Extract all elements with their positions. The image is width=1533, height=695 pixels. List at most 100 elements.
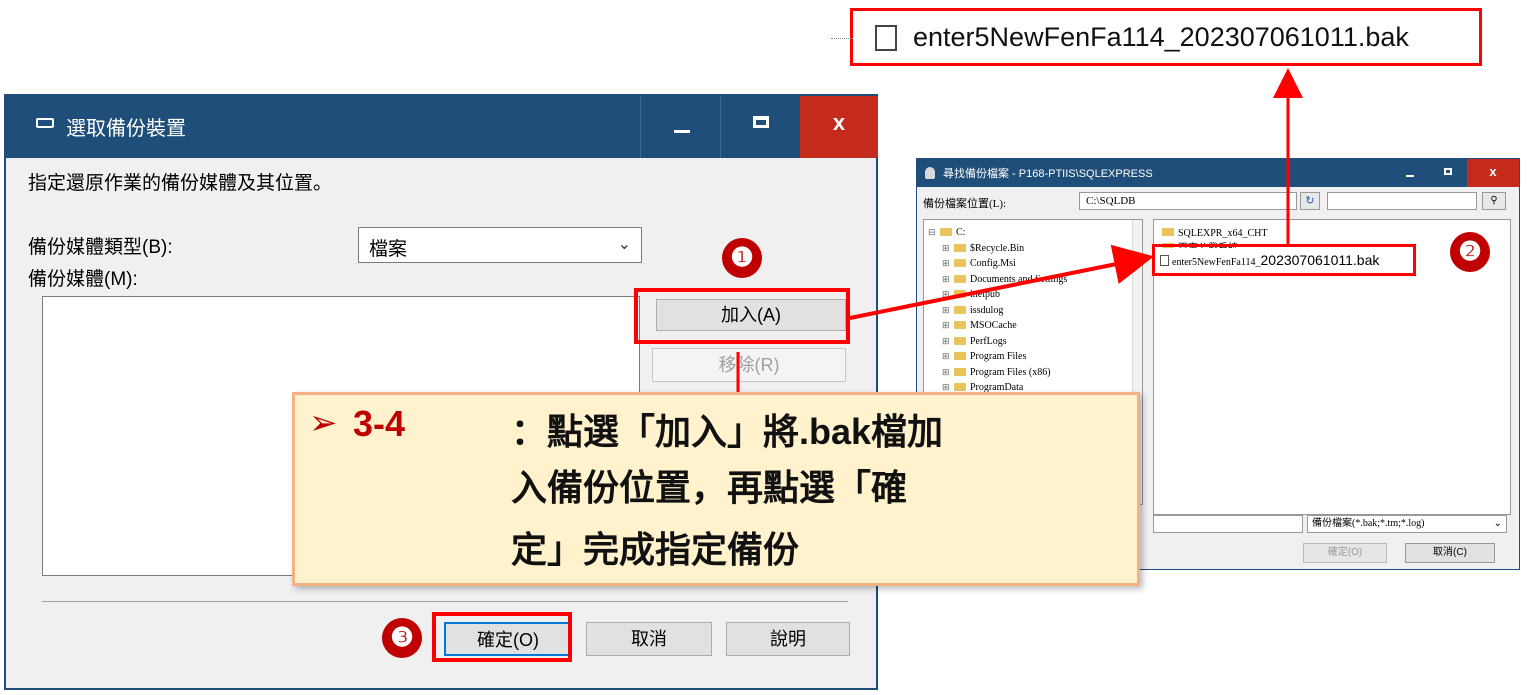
folder-icon bbox=[954, 336, 966, 345]
folder-icon bbox=[940, 228, 952, 236]
tree-item-label: Program Files (x86) bbox=[970, 366, 1051, 378]
tree-item[interactable]: ⊞ Documents and Settings bbox=[942, 271, 1067, 287]
expand-icon[interactable]: ⊞ bbox=[942, 364, 952, 380]
tree-item-label: MSOCache bbox=[970, 320, 1017, 331]
tree-item[interactable]: ⊞ PerfLogs bbox=[942, 333, 1007, 349]
folder-icon bbox=[954, 274, 966, 283]
locate-dialog-title: 尋找備份檔案 - P168-PTIIS\SQLEXPRESS bbox=[943, 168, 1153, 180]
expand-icon[interactable]: ⊞ bbox=[942, 333, 952, 349]
media-type-label: 備份媒體類型(B): bbox=[28, 237, 173, 258]
note-step: 3-4 bbox=[353, 403, 406, 444]
tree-item[interactable]: ⊞ Program Files (x86) bbox=[942, 364, 1051, 380]
tree-item-label: C: bbox=[956, 227, 966, 238]
cancel-button[interactable]: 取消 bbox=[586, 622, 712, 656]
chevron-down-icon: ⌄ bbox=[617, 236, 631, 253]
step-1-badge: ❶ bbox=[722, 238, 762, 278]
tree-item[interactable]: ⊞ Config.Msi bbox=[942, 255, 1016, 271]
chevron-down-icon: ⌄ bbox=[1493, 518, 1502, 529]
media-type-select[interactable]: 檔案 ⌄ bbox=[358, 227, 642, 263]
location-label: 備份檔案位置(L): bbox=[923, 198, 1007, 210]
folder-icon bbox=[1162, 228, 1174, 236]
tree-item-label: Documents and Settings bbox=[970, 273, 1068, 285]
expand-icon[interactable]: ⊞ bbox=[942, 271, 952, 287]
folder-icon bbox=[954, 321, 966, 329]
search-input[interactable] bbox=[1327, 192, 1477, 210]
tree-item[interactable]: ⊞ MSOCache bbox=[942, 317, 1017, 333]
maximize-icon bbox=[1444, 168, 1452, 175]
window-icon bbox=[36, 118, 54, 128]
locate-ok-button[interactable]: 確定(O) bbox=[1303, 543, 1387, 563]
expand-icon[interactable]: ⊞ bbox=[942, 240, 952, 256]
dialog-titlebar[interactable]: 選取備份裝置 x bbox=[6, 96, 878, 158]
instruction-note: ➢ 3-4 ：點選「加入」將.bak檔加 入備份位置，再點選「確 定」完成指定備… bbox=[292, 392, 1140, 586]
note-line-3: 定」完成指定備份 bbox=[511, 529, 800, 570]
tree-item[interactable]: ⊞ inetpub bbox=[942, 286, 1000, 302]
tree-item[interactable]: ⊞ Program Files bbox=[942, 348, 1026, 364]
tree-item-label: $Recycle.Bin bbox=[970, 242, 1025, 254]
note-line-1: ：點選「加入」將.bak檔加 bbox=[511, 411, 944, 452]
folder-icon bbox=[954, 290, 966, 298]
folder-icon bbox=[954, 259, 966, 267]
locate-dialog-titlebar[interactable]: 尋找備份檔案 - P168-PTIIS\SQLEXPRESS x bbox=[917, 159, 1519, 187]
add-button-highlight bbox=[634, 288, 850, 344]
media-type-value: 檔案 bbox=[369, 239, 408, 260]
minimize-icon bbox=[674, 130, 690, 133]
tree-item[interactable]: ⊞ issdulog bbox=[942, 302, 1003, 318]
file-type-select[interactable]: 備份檔案(*.bak;*.tm;*.log) ⌄ bbox=[1307, 515, 1507, 533]
note-bullet: ➢ bbox=[309, 404, 338, 442]
divider bbox=[42, 601, 848, 602]
locate-minimize-button[interactable] bbox=[1391, 159, 1429, 187]
folder-icon bbox=[954, 367, 966, 376]
database-icon bbox=[925, 167, 935, 179]
file-name-input[interactable] bbox=[1153, 515, 1303, 533]
folder-icon bbox=[954, 243, 966, 252]
expand-icon[interactable]: ⊞ bbox=[942, 348, 952, 364]
locate-cancel-button[interactable]: 取消(C) bbox=[1405, 543, 1495, 563]
help-button[interactable]: 說明 bbox=[726, 622, 850, 656]
refresh-icon: ↻ bbox=[1305, 195, 1315, 207]
tree-item-label: PerfLogs bbox=[970, 335, 1007, 347]
step-2-badge: ❷ bbox=[1450, 232, 1490, 272]
tree-item-label: Config.Msi bbox=[970, 258, 1016, 269]
locate-maximize-button[interactable] bbox=[1429, 159, 1467, 187]
ok-button-highlight bbox=[432, 612, 572, 662]
selected-file-highlight bbox=[1152, 244, 1416, 276]
file-list-item[interactable]: SQLEXPR_x64_CHT bbox=[1162, 226, 1267, 242]
minimize-button[interactable] bbox=[640, 96, 721, 158]
remove-button[interactable]: 移除(R) bbox=[652, 348, 846, 382]
close-icon: x bbox=[1489, 164, 1497, 179]
expand-icon[interactable]: ⊞ bbox=[942, 286, 952, 302]
locate-close-button[interactable]: x bbox=[1467, 159, 1519, 187]
refresh-button[interactable]: ↻ bbox=[1300, 192, 1320, 210]
tree-item[interactable]: ⊟ C: bbox=[928, 224, 965, 240]
file-icon bbox=[875, 25, 897, 51]
folder-icon bbox=[954, 352, 966, 360]
tree-item-label: Program Files bbox=[970, 351, 1027, 362]
tree-item-label: issdulog bbox=[970, 304, 1004, 316]
location-input[interactable]: C:\SQLDB bbox=[1079, 192, 1297, 210]
file-list-label: SQLEXPR_x64_CHT bbox=[1178, 228, 1268, 239]
expand-icon[interactable]: ⊞ bbox=[942, 302, 952, 318]
tree-connector bbox=[831, 38, 853, 39]
maximize-icon bbox=[753, 116, 769, 128]
maximize-button[interactable] bbox=[720, 96, 801, 158]
minimize-icon bbox=[1406, 175, 1414, 177]
media-list-label: 備份媒體(M): bbox=[28, 269, 138, 290]
folder-icon bbox=[954, 383, 966, 391]
note-line-2: 入備份位置，再點選「確 bbox=[511, 467, 908, 508]
tree-item[interactable]: ⊞ $Recycle.Bin bbox=[942, 240, 1024, 256]
file-type-value: 備份檔案(*.bak;*.tm;*.log) bbox=[1312, 518, 1425, 529]
dialog-description: 指定還原作業的備份媒體及其位置。 bbox=[28, 173, 333, 194]
expand-icon[interactable]: ⊞ bbox=[942, 317, 952, 333]
filename-callout: enter5NewFenFa114_202307061011.bak bbox=[831, 8, 1482, 66]
close-button[interactable]: x bbox=[800, 96, 878, 158]
search-button[interactable]: ⚲ bbox=[1482, 192, 1506, 210]
tree-item-label: inetpub bbox=[970, 289, 1000, 300]
dialog-title: 選取備份裝置 bbox=[66, 118, 186, 140]
close-icon: x bbox=[832, 110, 846, 135]
expand-icon[interactable]: ⊞ bbox=[942, 255, 952, 271]
step-3-badge: ❸ bbox=[382, 618, 422, 658]
search-icon: ⚲ bbox=[1490, 195, 1498, 206]
folder-icon bbox=[954, 305, 966, 314]
expand-icon[interactable]: ⊟ bbox=[928, 224, 938, 240]
